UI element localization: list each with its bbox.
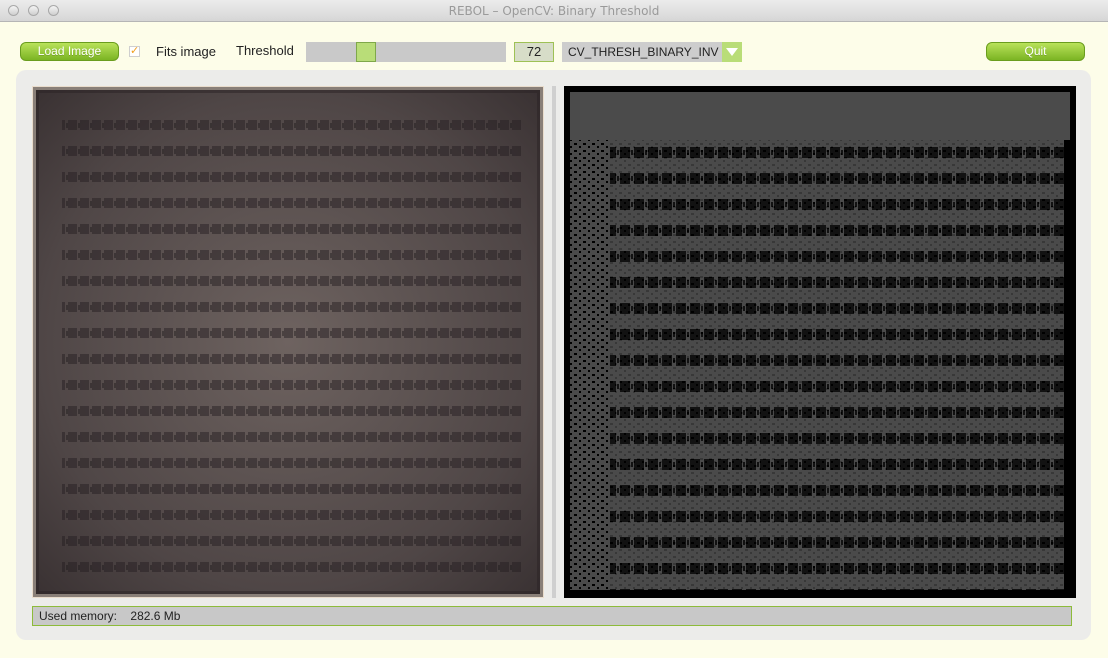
threshold-label: Threshold	[236, 43, 294, 58]
threshold-mode-value: CV_THRESH_BINARY_INV	[568, 45, 719, 59]
threshold-slider-handle[interactable]	[356, 42, 376, 62]
threshold-mode-dropdown[interactable]: CV_THRESH_BINARY_INV	[562, 42, 742, 62]
memory-status-bar: Used memory: 282.6 Mb	[32, 606, 1072, 626]
memory-label: Used memory:	[39, 609, 118, 623]
window-title: REBOL – OpenCV: Binary Threshold	[448, 4, 660, 18]
memory-value: 282.6 Mb	[130, 609, 181, 623]
threshold-slider[interactable]	[306, 42, 506, 62]
load-image-button[interactable]: Load Image	[20, 42, 119, 61]
threshold-result-image	[564, 86, 1076, 598]
threshold-value-field[interactable]: 72	[514, 42, 554, 62]
checkmark-icon: ✓	[130, 45, 140, 57]
fits-image-checkbox[interactable]: ✓	[129, 46, 140, 57]
title-bar: REBOL – OpenCV: Binary Threshold	[0, 0, 1108, 22]
quit-button[interactable]: Quit	[986, 42, 1085, 61]
panel-divider	[552, 86, 556, 598]
fits-image-label: Fits image	[156, 44, 216, 59]
source-image	[32, 86, 544, 598]
chevron-down-icon[interactable]	[722, 42, 742, 62]
